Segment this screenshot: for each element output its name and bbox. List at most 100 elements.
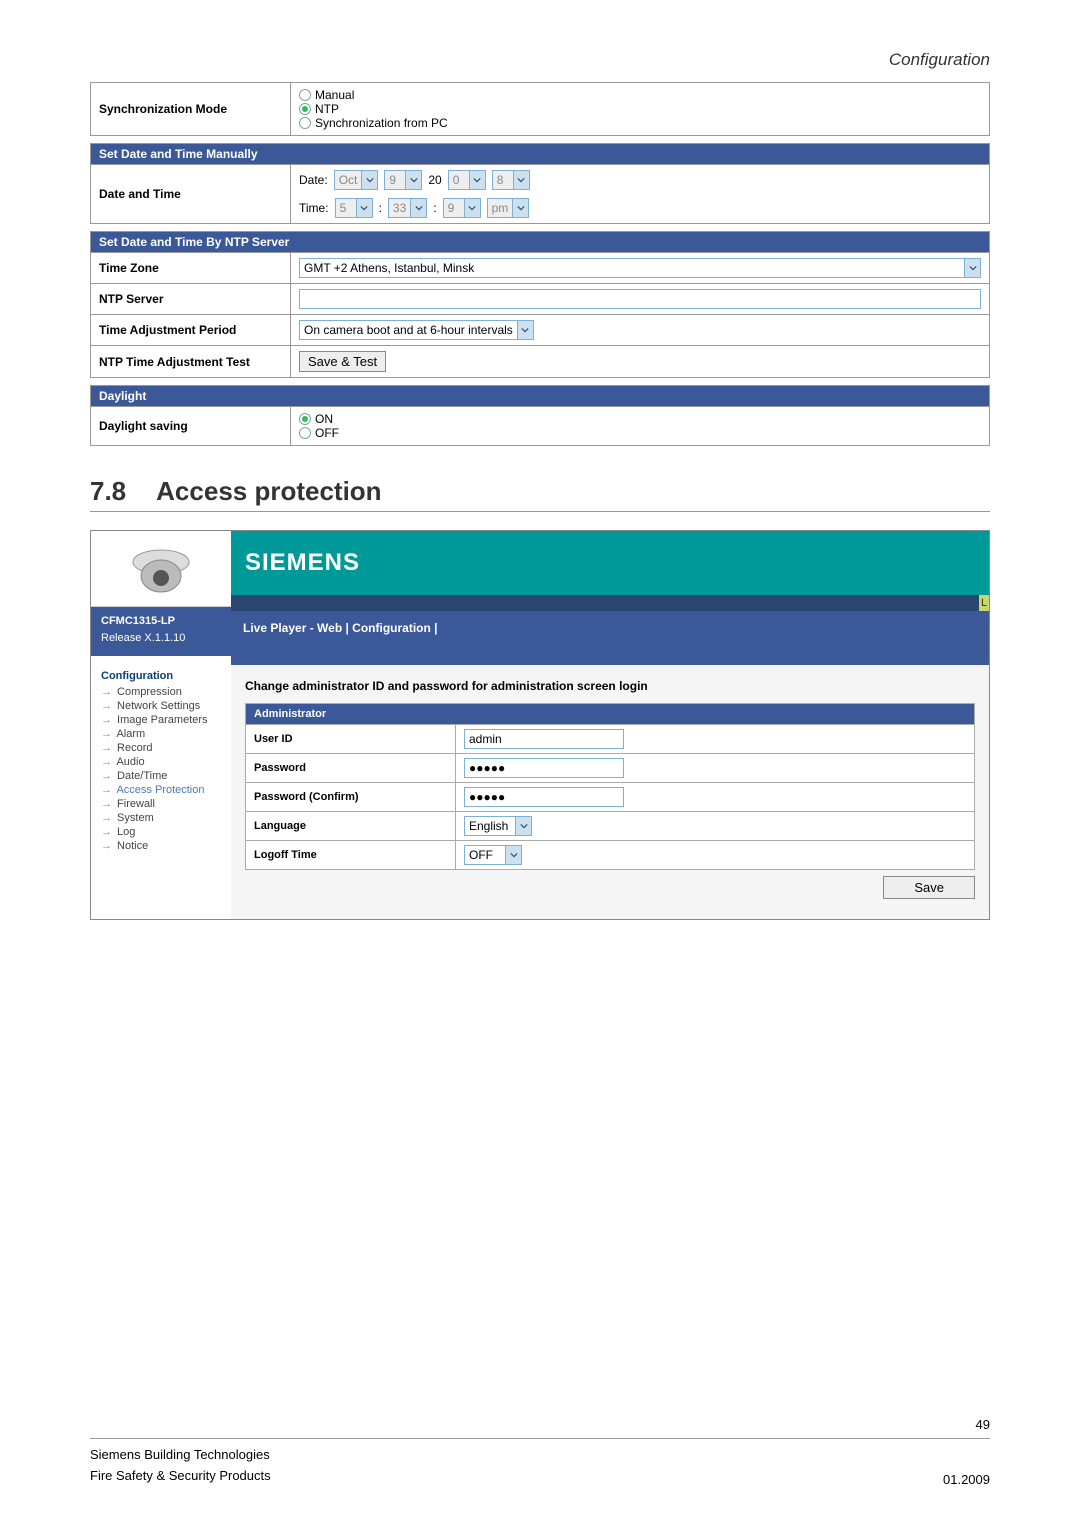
camera-image bbox=[91, 531, 231, 607]
chevron-down-icon bbox=[515, 817, 531, 835]
tz-label: Time Zone bbox=[91, 253, 291, 284]
section-number: 7.8 bbox=[90, 476, 126, 507]
sync-ntp-radio[interactable]: NTP bbox=[299, 102, 981, 116]
sync-pc-label: Synchronization from PC bbox=[315, 116, 448, 130]
chevron-down-icon bbox=[410, 199, 426, 217]
password-input[interactable] bbox=[464, 758, 624, 778]
sidebar-item-access-protection[interactable]: → Access Protection bbox=[101, 783, 221, 797]
sync-manual-radio[interactable]: Manual bbox=[299, 88, 981, 102]
period-label: Time Adjustment Period bbox=[91, 315, 291, 346]
month-select[interactable]: Oct bbox=[334, 170, 379, 190]
admin-table: Administrator User ID Password Password … bbox=[245, 703, 975, 870]
tz-val: GMT +2 Athens, Istanbul, Minsk bbox=[300, 261, 964, 275]
side-nav: Configuration → Compression→ Network Set… bbox=[91, 656, 231, 867]
arrow-right-icon: → bbox=[101, 770, 112, 782]
arrow-right-icon: → bbox=[101, 714, 112, 726]
ntp-server-input[interactable] bbox=[299, 289, 981, 309]
arrow-right-icon: → bbox=[101, 784, 112, 796]
colon: : bbox=[379, 201, 382, 215]
chevron-down-icon bbox=[964, 259, 980, 277]
lang-val: English bbox=[465, 819, 515, 833]
year-a-select[interactable]: 0 bbox=[448, 170, 486, 190]
second-select[interactable]: 9 bbox=[443, 198, 481, 218]
year-b-select[interactable]: 8 bbox=[492, 170, 530, 190]
chevron-down-icon bbox=[464, 199, 480, 217]
chevron-down-icon bbox=[469, 171, 485, 189]
chevron-down-icon bbox=[361, 171, 377, 189]
save-button[interactable]: Save bbox=[883, 876, 975, 899]
logoff-time-label: Logoff Time bbox=[246, 841, 456, 870]
password-confirm-input[interactable] bbox=[464, 787, 624, 807]
dark-strip: L bbox=[231, 595, 989, 611]
radio-icon bbox=[299, 117, 311, 129]
dst-hdr: Daylight bbox=[91, 386, 990, 407]
userid-input[interactable] bbox=[464, 729, 624, 749]
lo-val: OFF bbox=[465, 848, 505, 862]
dst-off-label: OFF bbox=[315, 426, 339, 440]
colon: : bbox=[433, 201, 436, 215]
dst-off-radio[interactable]: OFF bbox=[299, 426, 981, 440]
period-select[interactable]: On camera boot and at 6-hour intervals bbox=[299, 320, 534, 340]
dst-on-label: ON bbox=[315, 412, 333, 426]
sidebar-item-image-parameters[interactable]: → Image Parameters bbox=[101, 713, 221, 727]
section-heading: 7.8 Access protection bbox=[90, 476, 990, 512]
sync-ntp-label: NTP bbox=[315, 102, 339, 116]
ampm-select[interactable]: pm bbox=[487, 198, 530, 218]
sidebar-item-alarm[interactable]: → Alarm bbox=[101, 727, 221, 741]
sidebar-item-notice[interactable]: → Notice bbox=[101, 839, 221, 853]
arrow-right-icon: → bbox=[101, 798, 112, 810]
hour-select[interactable]: 5 bbox=[335, 198, 373, 218]
radio-icon bbox=[299, 103, 311, 115]
datetime-controls: Date: Oct 9 20 0 8 Time: 5 : 33 : 9 pm bbox=[291, 165, 990, 224]
sync-mode-label: Synchronization Mode bbox=[91, 83, 291, 136]
radio-icon bbox=[299, 413, 311, 425]
password-confirm-label: Password (Confirm) bbox=[246, 783, 456, 812]
period-val: On camera boot and at 6-hour intervals bbox=[300, 323, 517, 337]
chevron-down-icon bbox=[512, 199, 528, 217]
sync-pc-radio[interactable]: Synchronization from PC bbox=[299, 116, 981, 130]
sidebar-item-firewall[interactable]: → Firewall bbox=[101, 797, 221, 811]
month-val: Oct bbox=[335, 173, 362, 187]
sync-manual-label: Manual bbox=[315, 88, 354, 102]
arrow-right-icon: → bbox=[101, 700, 112, 712]
time-label: Time: bbox=[299, 201, 329, 215]
sidebar-item-audio[interactable]: → Audio bbox=[101, 755, 221, 769]
nav-title: Configuration bbox=[101, 670, 221, 682]
arrow-right-icon: → bbox=[101, 826, 112, 838]
minute-select[interactable]: 33 bbox=[388, 198, 427, 218]
chevron-down-icon bbox=[405, 171, 421, 189]
language-select[interactable]: English bbox=[464, 816, 532, 836]
logoff-select[interactable]: OFF bbox=[464, 845, 522, 865]
datetime-label: Date and Time bbox=[91, 165, 291, 224]
arrow-right-icon: → bbox=[101, 742, 112, 754]
logout-indicator[interactable]: L bbox=[979, 595, 989, 611]
sidebar-item-date-time[interactable]: → Date/Time bbox=[101, 769, 221, 783]
breadcrumb: Live Player - Web | Configuration | bbox=[231, 611, 989, 665]
save-test-button[interactable]: Save & Test bbox=[299, 351, 386, 372]
sidebar-item-log[interactable]: → Log bbox=[101, 825, 221, 839]
sidebar-item-record[interactable]: → Record bbox=[101, 741, 221, 755]
dst-on-radio[interactable]: ON bbox=[299, 412, 981, 426]
century-label: 20 bbox=[428, 173, 441, 187]
ntp-server-label: NTP Server bbox=[91, 284, 291, 315]
userid-label: User ID bbox=[246, 725, 456, 754]
yb-val: 8 bbox=[493, 173, 513, 187]
password-label: Password bbox=[246, 754, 456, 783]
admin-hdr: Administrator bbox=[246, 704, 975, 725]
hh-val: 5 bbox=[336, 201, 356, 215]
mm-val: 33 bbox=[389, 201, 410, 215]
sidebar-item-compression[interactable]: → Compression bbox=[101, 685, 221, 699]
ntp-hdr: Set Date and Time By NTP Server bbox=[91, 232, 990, 253]
release-text: Release X.1.1.10 bbox=[101, 630, 221, 647]
chevron-down-icon bbox=[513, 171, 529, 189]
model-box: CFMC1315-LP Release X.1.1.10 bbox=[91, 607, 231, 656]
radio-icon bbox=[299, 427, 311, 439]
footer-date: 01.2009 bbox=[943, 1472, 990, 1487]
day-select[interactable]: 9 bbox=[384, 170, 422, 190]
page-number: 49 bbox=[976, 1417, 990, 1432]
app-screenshot: CFMC1315-LP Release X.1.1.10 Configurati… bbox=[90, 530, 990, 920]
ss-val: 9 bbox=[444, 201, 464, 215]
timezone-select[interactable]: GMT +2 Athens, Istanbul, Minsk bbox=[299, 258, 981, 278]
sidebar-item-system[interactable]: → System bbox=[101, 811, 221, 825]
sidebar-item-network-settings[interactable]: → Network Settings bbox=[101, 699, 221, 713]
